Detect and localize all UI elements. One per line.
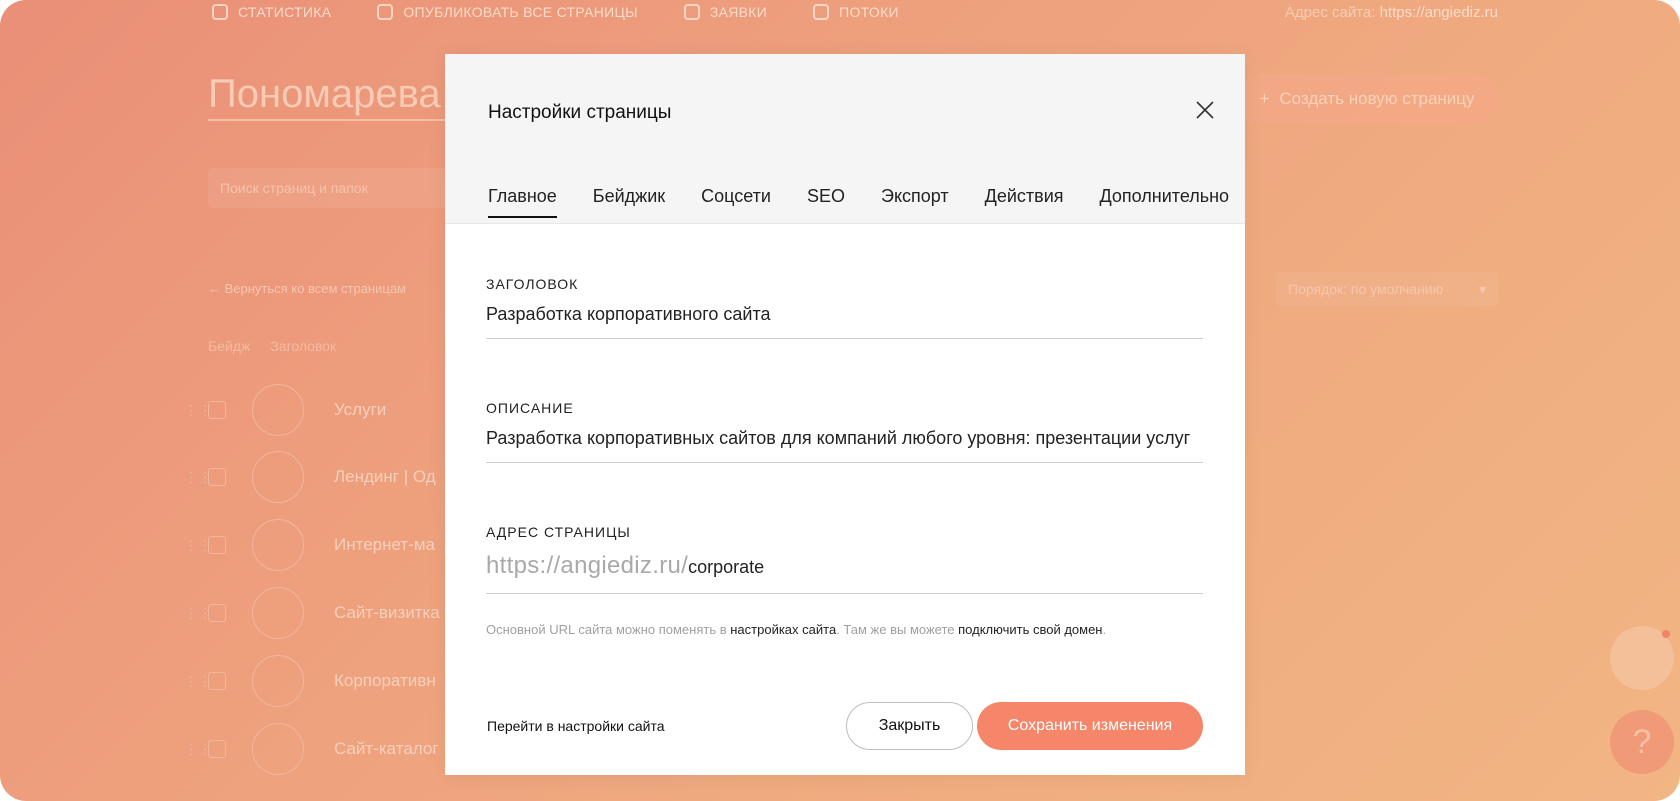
tab-badge[interactable]: Бейджик	[593, 186, 665, 218]
description-field: Описание Разработка корпоративных сайтов…	[486, 400, 1203, 463]
tab-additional[interactable]: Дополнительно	[1100, 186, 1230, 218]
app-frame: СТАТИСТИКА ОПУБЛИКОВАТЬ ВСЕ СТРАНИЦЫ ЗАЯ…	[0, 0, 1680, 801]
nav-statistics[interactable]: СТАТИСТИКА	[212, 4, 331, 20]
tab-actions[interactable]: Действия	[985, 186, 1064, 218]
connect-domain-link[interactable]: подключить свой домен	[958, 622, 1102, 637]
row-checkbox[interactable]	[208, 536, 226, 554]
create-page-button[interactable]: + Создать новую страницу	[1236, 74, 1498, 124]
list-item[interactable]: ⋮⋮ Лендинг | Од	[184, 451, 436, 503]
nav-label: ОПУБЛИКОВАТЬ ВСЕ СТРАНИЦЫ	[403, 4, 638, 20]
list-item[interactable]: ⋮⋮ Корпоративн	[184, 655, 436, 707]
row-title: Сайт-каталог	[334, 739, 439, 758]
page-thumbnail	[252, 587, 304, 639]
site-address-label: Адрес сайта:	[1284, 4, 1376, 21]
nav-label: СТАТИСТИКА	[238, 4, 332, 20]
modal-footer: Перейти в настройки сайта Закрыть Сохран…	[445, 702, 1245, 752]
drag-handle-icon[interactable]: ⋮⋮	[184, 673, 212, 690]
drag-handle-icon[interactable]: ⋮⋮	[184, 741, 212, 758]
page-thumbnail	[252, 655, 304, 707]
description-input[interactable]: Разработка корпоративных сайтов для комп…	[486, 428, 1203, 463]
goto-site-settings-link[interactable]: Перейти в настройки сайта	[487, 718, 665, 734]
row-checkbox[interactable]	[208, 401, 226, 419]
drag-handle-icon[interactable]: ⋮⋮	[184, 605, 212, 622]
page-settings-modal: Настройки страницы Главное Бейджик Соцсе…	[445, 54, 1245, 775]
back-to-pages-link[interactable]: ← Вернуться ко всем страницам	[208, 281, 406, 296]
page-thumbnail	[252, 519, 304, 571]
question-icon: ?	[1632, 722, 1652, 761]
project-title[interactable]: Пономарева А	[208, 72, 448, 121]
sort-label: Порядок: по умолчанию	[1288, 281, 1444, 297]
row-checkbox[interactable]	[208, 468, 226, 486]
site-address: Адрес сайта: https://angiediz.ru	[1279, 4, 1498, 21]
megaphone-icon	[813, 4, 830, 20]
upload-icon	[377, 4, 394, 20]
row-checkbox[interactable]	[208, 740, 226, 758]
title-field: Заголовок Разработка корпоративного сайт…	[486, 276, 1203, 339]
list-item[interactable]: ⋮⋮ Интернет-ма	[184, 519, 435, 571]
list-header: Бейдж Заголовок	[208, 338, 336, 354]
description-label: Описание	[486, 400, 574, 416]
drag-handle-icon[interactable]: ⋮⋮	[184, 537, 212, 554]
list-item[interactable]: ⋮⋮ Сайт-каталог	[184, 723, 439, 775]
plus-icon: +	[1259, 89, 1270, 108]
page-thumbnail	[252, 723, 304, 775]
hint-text: Основной URL сайта можно поменять в	[486, 622, 731, 637]
row-title: Сайт-визитка	[334, 603, 440, 622]
tab-export[interactable]: Экспорт	[881, 186, 949, 218]
close-icon[interactable]	[1189, 94, 1221, 126]
modal-header: Настройки страницы Главное Бейджик Соцсе…	[445, 54, 1245, 224]
top-nav: СТАТИСТИКА ОПУБЛИКОВАТЬ ВСЕ СТРАНИЦЫ ЗАЯ…	[212, 4, 899, 20]
row-title: Интернет-ма	[334, 535, 435, 554]
list-item[interactable]: ⋮⋮ Сайт-визитка	[184, 587, 440, 639]
row-title: Услуги	[334, 400, 387, 419]
tab-seo[interactable]: SEO	[807, 186, 845, 218]
close-button[interactable]: Закрыть	[846, 702, 973, 750]
create-page-label: Создать новую страницу	[1279, 89, 1475, 108]
address-value: corporate	[688, 557, 765, 577]
header-badge: Бейдж	[208, 338, 251, 354]
drag-handle-icon[interactable]: ⋮⋮	[184, 402, 212, 419]
address-prefix: https://angiediz.ru/	[486, 552, 689, 579]
row-title: Корпоративн	[334, 671, 436, 690]
nav-requests[interactable]: ЗАЯВКИ	[683, 4, 768, 20]
settings-tabs: Главное Бейджик Соцсети SEO Экспорт Дейс…	[488, 186, 1229, 218]
page-thumbnail	[252, 384, 304, 436]
nav-label: ПОТОКИ	[839, 4, 899, 20]
sort-select[interactable]: Порядок: по умолчанию ▾	[1276, 272, 1498, 306]
page-thumbnail	[252, 451, 304, 503]
address-field: Адрес страницы https://angiediz.ru/ corp…	[486, 524, 1203, 594]
title-label: Заголовок	[486, 276, 579, 292]
modal-title: Настройки страницы	[488, 102, 672, 123]
hint-text: .	[1102, 622, 1107, 637]
list-icon	[683, 4, 700, 20]
list-item[interactable]: ⋮⋮ Услуги	[184, 384, 386, 436]
search-input[interactable]: Поиск страниц и папок	[208, 168, 448, 208]
help-button[interactable]: ?	[1610, 710, 1674, 774]
address-input[interactable]: https://angiediz.ru/ corporate	[486, 552, 1203, 594]
site-settings-link[interactable]: настройках сайта	[730, 622, 836, 637]
chevron-down-icon: ▾	[1478, 281, 1486, 297]
title-input[interactable]: Разработка корпоративного сайта	[486, 304, 1203, 339]
announcements-button[interactable]	[1610, 626, 1674, 690]
header-title: Заголовок	[270, 338, 337, 354]
save-changes-button[interactable]: Сохранить изменения	[977, 702, 1203, 750]
drag-handle-icon[interactable]: ⋮⋮	[184, 469, 212, 486]
notification-dot	[1662, 630, 1670, 638]
hint-text: . Там же вы можете	[836, 622, 959, 637]
nav-streams[interactable]: ПОТОКИ	[813, 4, 899, 20]
site-address-link[interactable]: https://angiediz.ru	[1380, 4, 1498, 21]
row-checkbox[interactable]	[208, 604, 226, 622]
url-hint: Основной URL сайта можно поменять в наст…	[486, 622, 1106, 637]
address-label: Адрес страницы	[486, 524, 631, 540]
nav-publish-all[interactable]: ОПУБЛИКОВАТЬ ВСЕ СТРАНИЦЫ	[377, 4, 638, 20]
pie-chart-icon	[212, 4, 228, 20]
tab-social[interactable]: Соцсети	[701, 186, 771, 218]
nav-label: ЗАЯВКИ	[709, 4, 768, 20]
row-checkbox[interactable]	[208, 672, 226, 690]
row-title: Лендинг | Од	[334, 467, 436, 486]
tab-main[interactable]: Главное	[488, 186, 557, 218]
